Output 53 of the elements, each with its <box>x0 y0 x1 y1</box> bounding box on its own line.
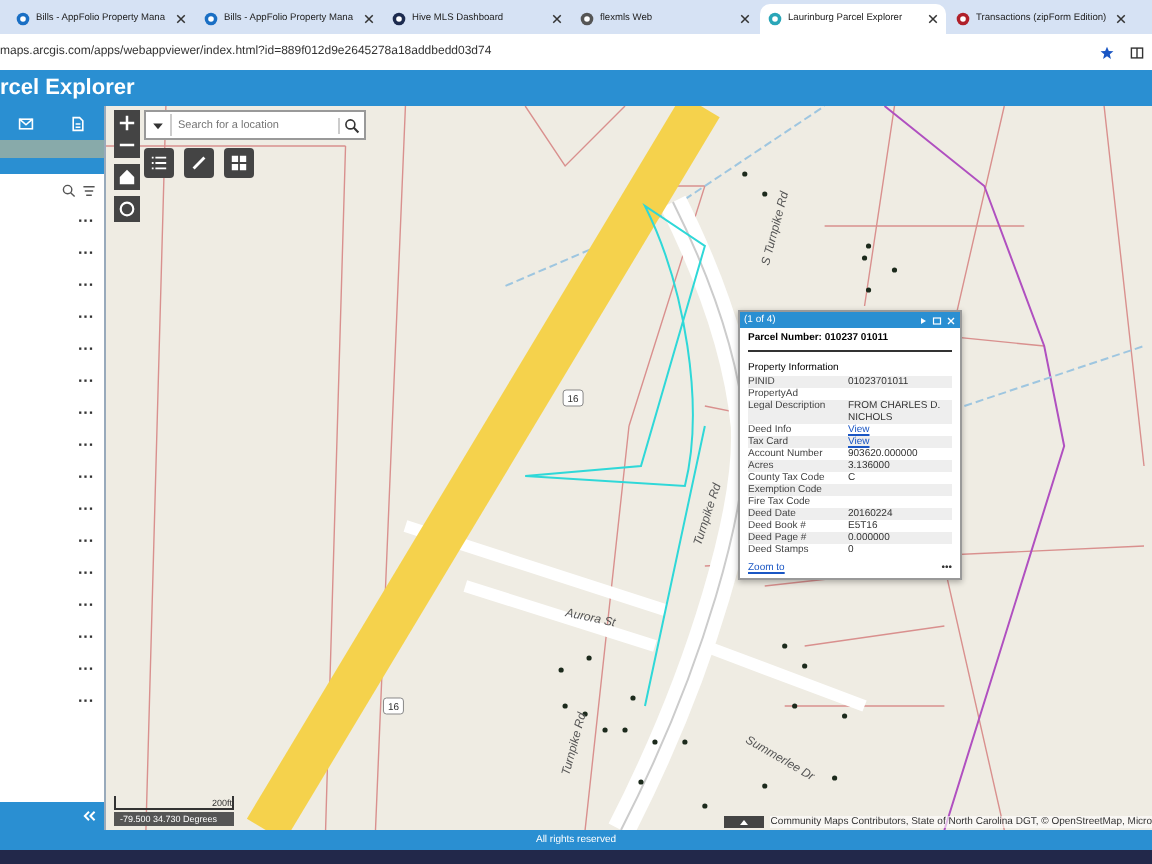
more-menu[interactable]: ··· <box>78 566 94 582</box>
more-menu[interactable]: ··· <box>78 214 94 230</box>
layer-list-button[interactable] <box>144 148 174 178</box>
more-menu[interactable]: ··· <box>78 374 94 390</box>
more-menu[interactable]: ··· <box>78 662 94 678</box>
site-icon <box>392 12 406 26</box>
panel-header-bar <box>0 140 104 158</box>
site-icon <box>204 12 218 26</box>
close-icon[interactable] <box>176 14 186 24</box>
more-menu[interactable]: ··· <box>78 246 94 262</box>
pencil-icon <box>190 154 208 172</box>
panel-title-bar <box>0 158 104 174</box>
next-icon[interactable] <box>918 315 928 325</box>
bookmark-star-icon[interactable] <box>1100 45 1114 59</box>
more-menu[interactable]: ··· <box>78 438 94 454</box>
list-icon <box>150 154 168 172</box>
more-menu[interactable]: ··· <box>78 278 94 294</box>
close-icon[interactable] <box>552 14 562 24</box>
site-icon <box>956 12 970 26</box>
mail-icon[interactable] <box>18 115 34 131</box>
collapse-icon[interactable] <box>82 810 96 822</box>
locate-button[interactable] <box>114 196 140 222</box>
site-icon <box>580 12 594 26</box>
basemap-button[interactable] <box>224 148 254 178</box>
draw-button[interactable] <box>184 148 214 178</box>
maximize-icon[interactable] <box>932 315 942 325</box>
filter-icon[interactable] <box>82 183 96 197</box>
more-menu[interactable]: ··· <box>78 342 94 358</box>
site-icon <box>16 12 30 26</box>
panel-icon[interactable] <box>1130 45 1144 59</box>
close-icon[interactable] <box>1116 14 1126 24</box>
more-menu[interactable]: ··· <box>78 534 94 550</box>
more-menu[interactable]: ··· <box>78 598 94 614</box>
search-icon[interactable] <box>62 183 76 197</box>
zoom-control[interactable] <box>114 110 140 158</box>
more-menu[interactable]: ··· <box>78 470 94 486</box>
home-button[interactable] <box>114 164 140 190</box>
more-menu[interactable]: ··· <box>78 694 94 710</box>
more-menu[interactable]: ··· <box>78 502 94 518</box>
close-icon[interactable] <box>740 14 750 24</box>
grid-icon <box>230 154 248 172</box>
site-icon <box>768 12 782 26</box>
close-icon[interactable] <box>364 14 374 24</box>
close-icon[interactable] <box>928 14 938 24</box>
more-menu[interactable]: ··· <box>78 310 94 326</box>
zoom-in-icon[interactable] <box>118 114 136 132</box>
app-title: rcel Explorer <box>0 76 135 100</box>
expand-icon[interactable] <box>722 816 767 828</box>
document-icon[interactable] <box>70 115 86 131</box>
home-icon <box>118 168 136 186</box>
more-menu[interactable]: ··· <box>78 406 94 422</box>
locate-icon <box>118 200 136 218</box>
more-menu[interactable]: ··· <box>78 630 94 646</box>
